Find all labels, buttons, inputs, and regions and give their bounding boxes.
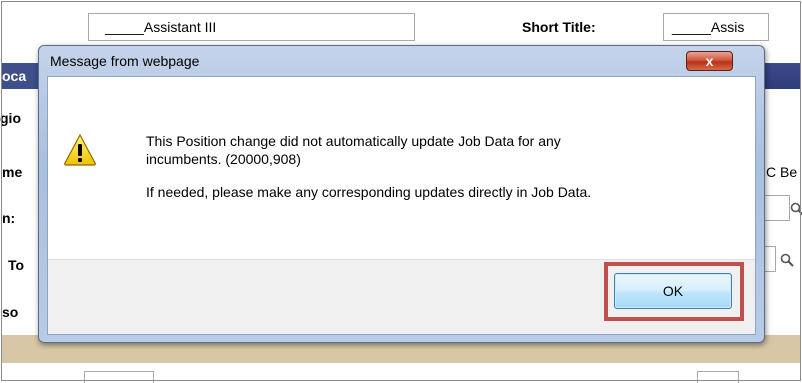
- warning-icon: [64, 133, 96, 166]
- row-label-3: n:: [2, 210, 16, 226]
- close-button[interactable]: x: [686, 51, 733, 71]
- magnifier-icon[interactable]: [780, 253, 794, 267]
- right-partial-label: C Be: [766, 164, 798, 180]
- row-label-1: gio: [0, 110, 21, 126]
- short-title-value: _____Assis: [672, 19, 745, 35]
- right-input-1[interactable]: [762, 195, 790, 221]
- close-icon: x: [705, 53, 714, 69]
- row-label-2: me: [2, 164, 23, 180]
- position-title-value: _____Assistant III: [105, 19, 217, 35]
- magnifier-icon[interactable]: [790, 202, 802, 216]
- short-title-label: Short Title:: [522, 19, 596, 35]
- section-header-text: oca: [2, 68, 27, 84]
- short-title-field[interactable]: _____Assis: [663, 13, 769, 41]
- dialog-titlebar[interactable]: Message from webpage x: [39, 46, 764, 76]
- row-label-5: so: [2, 304, 19, 320]
- bottom-field-right[interactable]: [697, 371, 739, 383]
- dialog-title: Message from webpage: [50, 53, 200, 69]
- ok-button[interactable]: OK: [614, 273, 732, 309]
- row-label-4: To: [8, 257, 25, 273]
- page: _____Assistant III Short Title: _____Ass…: [0, 0, 802, 383]
- message-dialog: Message from webpage x This Position cha…: [38, 45, 765, 343]
- message-line-1: This Position change did not automatical…: [146, 133, 561, 149]
- section-header-band-right: [760, 63, 800, 89]
- section-header-band: oca: [2, 63, 42, 89]
- bottom-field-left[interactable]: [84, 371, 154, 383]
- message-line-2: incumbents. (20000,908): [146, 151, 301, 167]
- message-line-3: If needed, please make any corresponding…: [146, 184, 592, 200]
- position-title-field[interactable]: _____Assistant III: [88, 13, 415, 41]
